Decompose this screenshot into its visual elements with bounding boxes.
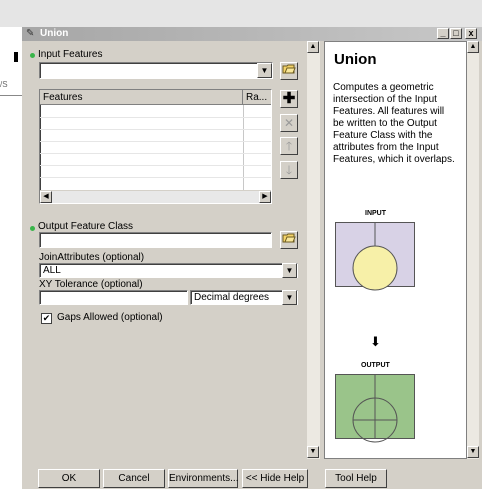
environments-button[interactable]: Environments... [168,469,238,488]
scroll-right-icon[interactable]: ▶ [259,191,271,203]
left-divider [0,95,24,96]
chevron-down-icon[interactable]: ▼ [282,263,297,278]
input-features-label: Input Features [38,49,103,60]
cancel-button[interactable]: Cancel [103,469,165,488]
pointer-marker [14,52,18,62]
title-bar[interactable]: ✎ Union _ □ x [22,27,482,41]
scroll-down-icon[interactable]: ▼ [307,446,319,458]
form-vscrollbar[interactable]: ▲ ▼ [307,41,320,459]
window-title: Union [40,28,69,39]
union-dialog: ✎ Union _ □ x Input Features ▼ Features … [22,27,482,489]
output-diagram [335,374,415,443]
maximize-button[interactable]: □ [450,28,462,39]
plus-icon: ✚ [282,90,296,107]
grid-line [40,141,271,142]
required-indicator [30,53,35,58]
output-diagram-label: OUTPUT [361,362,390,369]
gaps-allowed-checkbox[interactable]: ✔ [41,313,52,324]
help-title: Union [334,51,377,68]
hide-help-button[interactable]: << Hide Help [242,469,308,488]
arrow-up-icon: 🡑 [285,139,293,153]
hammer-icon: ✎ [26,28,35,39]
column-features[interactable]: Features [40,90,243,105]
table-hscrollbar[interactable]: ◀ ▶ [40,190,271,203]
help-vscrollbar[interactable]: ▲ ▼ [467,41,479,459]
xy-tolerance-input[interactable] [39,290,188,305]
xy-tolerance-label: XY Tolerance (optional) [39,279,143,290]
help-panel: Union Computes a geometric intersection … [324,41,467,459]
required-indicator [30,226,35,231]
arrow-down-icon: ⬇ [370,334,381,349]
help-description: Computes a geometric intersection of the… [333,82,455,165]
move-up-button[interactable]: 🡑 [280,137,298,155]
tool-help-button[interactable]: Tool Help [325,469,387,488]
scroll-up-icon[interactable]: ▲ [467,41,479,53]
input-diagram-label: INPUT [365,210,386,217]
scroll-left-icon[interactable]: ◀ [40,191,52,203]
background-top-strip [0,0,482,27]
gaps-allowed-label: Gaps Allowed (optional) [57,312,163,323]
join-attributes-value: ALL [43,265,61,276]
grid-line [40,129,271,130]
browse-input-button[interactable] [280,62,298,80]
ok-button[interactable]: OK [38,469,100,488]
grid-line [40,153,271,154]
grid-line [40,165,271,166]
minimize-button[interactable]: _ [437,28,449,39]
join-attributes-label: JoinAttributes (optional) [39,252,145,263]
remove-row-button[interactable]: ✕ [280,114,298,132]
join-attributes-select[interactable]: ALL ▼ [39,263,298,278]
table-header: Features Ra... [40,90,271,105]
output-class-input[interactable] [39,232,272,248]
output-class-label: Output Feature Class [38,221,134,232]
left-edge-fragment: /S [0,80,8,89]
input-circle [352,245,398,291]
grid-line [40,177,271,178]
browse-output-button[interactable] [280,231,298,249]
folder-icon [282,64,296,74]
move-down-button[interactable]: 🡓 [280,161,298,179]
xy-units-select[interactable]: Decimal degrees ▼ [190,290,298,305]
x-icon: ✕ [283,116,295,130]
chevron-down-icon[interactable]: ▼ [257,63,272,78]
input-diagram [335,222,415,291]
xy-units-value: Decimal degrees [194,292,270,303]
column-rank[interactable]: Ra... [243,90,271,105]
close-button[interactable]: x [465,28,477,39]
grid-line [40,117,271,118]
folder-icon [282,233,296,243]
input-features-combo[interactable]: ▼ [39,62,273,79]
scroll-up-icon[interactable]: ▲ [307,41,319,53]
features-table[interactable]: Features Ra... ◀ ▶ [39,89,272,204]
add-row-button[interactable]: ✚ [280,90,298,108]
arrow-down-icon: 🡓 [285,163,293,177]
chevron-down-icon[interactable]: ▼ [282,290,297,305]
scroll-down-icon[interactable]: ▼ [467,446,479,458]
